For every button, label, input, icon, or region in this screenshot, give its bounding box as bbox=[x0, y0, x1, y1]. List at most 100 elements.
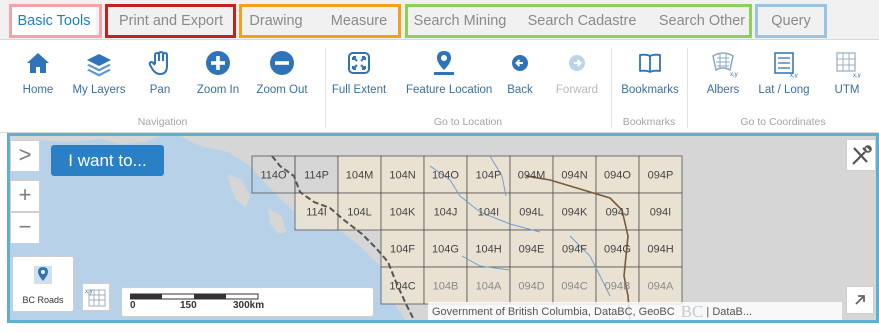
svg-text:x,y: x,y bbox=[85, 289, 93, 295]
map-view[interactable]: 114O 114P 104M 104N 104O 104P 094M 094N 094O 094P… bbox=[7, 133, 879, 323]
map-sheet-label: 094A bbox=[648, 281, 674, 293]
zoom-out-button[interactable]: Zoom Out bbox=[251, 48, 313, 96]
roads-pin-icon bbox=[34, 266, 52, 284]
map-sheet-label: 104K bbox=[390, 207, 416, 219]
full-extent-button[interactable]: Full Extent bbox=[328, 48, 390, 96]
full-extent-icon bbox=[348, 52, 370, 74]
map-sheet-label: 094L bbox=[519, 207, 543, 219]
scale-label-0: 0 bbox=[130, 300, 136, 311]
map-sheet-label: 104A bbox=[476, 281, 502, 293]
utm-label: UTM bbox=[834, 84, 860, 96]
island bbox=[268, 208, 286, 234]
forward-label: Forward bbox=[555, 84, 599, 96]
attribution-text: Government of British Columbia, DataBC, … bbox=[432, 306, 675, 318]
map-sheet-label: 114I bbox=[306, 207, 327, 219]
map-sheet-label: 104I bbox=[478, 207, 499, 219]
zoom-out-label: Zoom Out bbox=[256, 84, 308, 96]
map-sheet-label: 094G bbox=[604, 244, 631, 256]
tab-bar: Basic Tools Print and Export Drawing Mea… bbox=[0, 0, 879, 40]
tab-group-highlight bbox=[405, 4, 752, 38]
scale-label-300: 300km bbox=[233, 300, 265, 311]
full-extent-label: Full Extent bbox=[331, 84, 387, 96]
map-tools-button[interactable] bbox=[846, 139, 876, 171]
arrow-expand-icon bbox=[855, 295, 865, 305]
map-sheet-label: 104F bbox=[390, 244, 415, 256]
bc-logo: BC bbox=[680, 302, 704, 322]
svg-text:x,y: x,y bbox=[853, 73, 861, 78]
map-attribution: Government of British Columbia, DataBC, … bbox=[428, 302, 842, 322]
map-sheet-label: 104G bbox=[432, 244, 459, 256]
tab-group-highlight bbox=[105, 4, 236, 38]
forward-arrow-icon bbox=[569, 55, 585, 71]
group-label-bookmarks: Bookmarks bbox=[622, 116, 676, 128]
zoom-in-icon bbox=[206, 51, 230, 75]
map-sheet-label: 104C bbox=[389, 281, 415, 293]
back-button[interactable]: Back bbox=[489, 48, 551, 96]
pan-label: Pan bbox=[149, 84, 171, 96]
map-sheet-label: 094I bbox=[650, 207, 671, 219]
my-layers-label: My Layers bbox=[72, 84, 126, 96]
map-sheet-label: 104P bbox=[476, 170, 502, 182]
group-label-navigation: Navigation bbox=[137, 116, 188, 128]
island bbox=[228, 174, 250, 208]
zoom-in-button[interactable]: Zoom In bbox=[187, 48, 249, 96]
tab-group-highlight bbox=[9, 4, 102, 38]
map-sheet-label: 094J bbox=[606, 207, 630, 219]
zoom-in-label: Zoom In bbox=[196, 84, 240, 96]
book-icon bbox=[639, 53, 661, 73]
map-sheet-label: 094O bbox=[604, 170, 631, 182]
my-layers-button[interactable]: My Layers bbox=[68, 48, 130, 96]
group-label-go-to-coordinates: Go to Coordinates bbox=[740, 116, 826, 128]
basemap-label: BC Roads bbox=[22, 295, 64, 305]
map-sheet-label: 094D bbox=[518, 281, 544, 293]
map-sheet-label: 094K bbox=[562, 207, 588, 219]
grid-overlay-button[interactable]: x,y bbox=[82, 283, 110, 311]
zoom-out-control[interactable]: − bbox=[10, 212, 40, 244]
hand-icon bbox=[148, 51, 168, 75]
attribution-tail: | DataB... bbox=[706, 306, 753, 318]
wrench-screwdriver-icon bbox=[852, 145, 872, 165]
lat-long-icon: x,y bbox=[774, 52, 798, 78]
zoom-in-control[interactable]: + bbox=[10, 180, 40, 212]
lat-long-label: Lat / Long bbox=[758, 84, 810, 96]
back-label: Back bbox=[507, 84, 533, 96]
feature-location-label: Feature Location bbox=[406, 84, 493, 96]
map-sheet-label: 114O bbox=[260, 170, 287, 182]
home-button[interactable]: Home bbox=[7, 48, 69, 96]
map-sheet-label: 104H bbox=[475, 244, 501, 256]
map-sheet-label: 094H bbox=[647, 244, 673, 256]
map-sheet-label: 104N bbox=[389, 170, 415, 182]
map-sheet-label: 094P bbox=[648, 170, 674, 182]
home-icon bbox=[27, 53, 49, 73]
svg-text:x,y: x,y bbox=[790, 73, 798, 78]
albers-label: Albers bbox=[706, 84, 740, 96]
forward-button[interactable]: Forward bbox=[546, 48, 608, 96]
location-pin-icon bbox=[434, 51, 454, 75]
pan-button[interactable]: Pan bbox=[129, 48, 191, 96]
basemap-selector[interactable]: BC Roads bbox=[12, 256, 74, 312]
map-sheet-label: 094N bbox=[561, 170, 587, 182]
map-sheet-label: 094M bbox=[518, 170, 546, 182]
i-want-to-button[interactable]: I want to... bbox=[51, 145, 164, 176]
tab-group-highlight bbox=[755, 4, 827, 38]
map-sheet-label: 094B bbox=[605, 281, 631, 293]
expand-map-button[interactable] bbox=[846, 286, 874, 314]
layers-icon bbox=[87, 54, 111, 77]
map-sheet-label: 104B bbox=[433, 281, 459, 293]
bookmarks-button[interactable]: Bookmarks bbox=[619, 48, 681, 96]
map-sheet-label: 094C bbox=[561, 281, 587, 293]
zoom-out-icon bbox=[270, 51, 294, 75]
map-sheet-label: 104L bbox=[347, 207, 371, 219]
scale-label-150: 150 bbox=[180, 300, 197, 311]
lat-long-button[interactable]: x,y Lat / Long bbox=[753, 48, 815, 96]
albers-button[interactable]: x,y Albers bbox=[692, 48, 754, 96]
expand-panel-button[interactable]: > bbox=[10, 140, 40, 172]
feature-location-button[interactable]: Feature Location bbox=[406, 48, 493, 96]
home-label: Home bbox=[22, 84, 54, 96]
utm-grid-icon: x,y bbox=[836, 52, 861, 78]
utm-button[interactable]: x,y UTM bbox=[816, 48, 878, 96]
group-label-go-to-location: Go to Location bbox=[433, 116, 503, 128]
scale-bar: 0 150 300km bbox=[121, 287, 374, 317]
map-sheet-label: 094E bbox=[519, 244, 545, 256]
map-sheet-label: 094F bbox=[562, 244, 587, 256]
